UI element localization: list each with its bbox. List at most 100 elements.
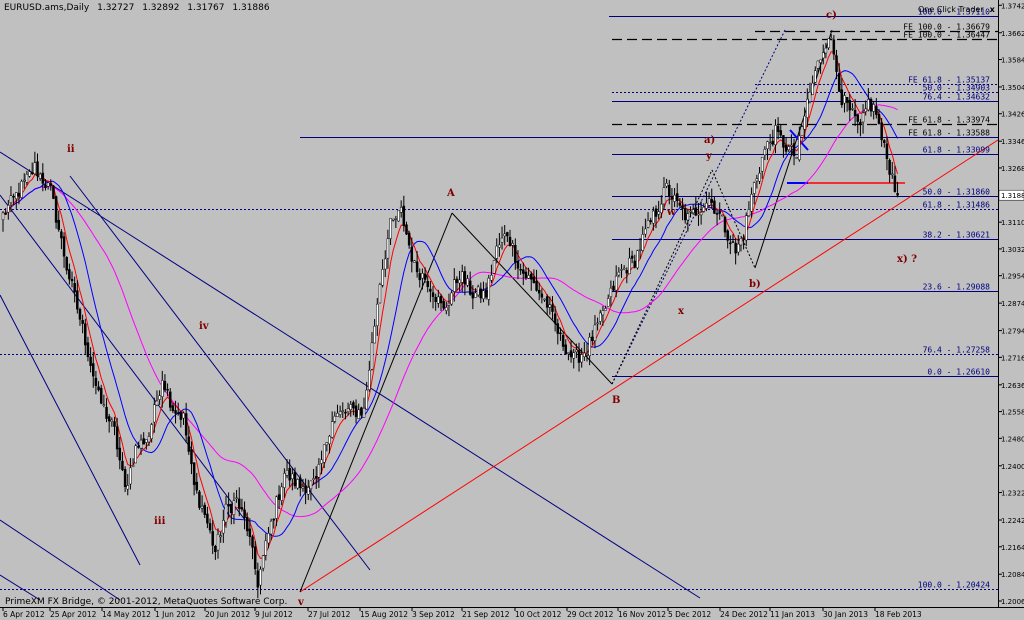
candle-body — [129, 467, 132, 485]
candle-body — [230, 503, 233, 514]
candle-body — [445, 307, 448, 311]
fib-level-label: 23.6 - 1.29088 — [923, 283, 991, 292]
candle-body — [742, 237, 745, 239]
candle-body — [346, 408, 350, 412]
candle-body — [553, 313, 557, 324]
candle-body — [238, 498, 241, 509]
candle-body — [38, 173, 42, 179]
candle-body — [450, 292, 453, 305]
candle-body — [28, 171, 31, 177]
x-tick-label: 20 Jun 2012 — [205, 610, 250, 619]
y-tick-label: 1.31100 — [1001, 219, 1024, 227]
candle-body — [139, 439, 143, 449]
x-tick-label: 14 May 2012 — [102, 610, 151, 619]
y-tick-label: 1.26360 — [1001, 382, 1024, 390]
fib-level-label: 100.0 - 1.20424 — [918, 581, 990, 590]
candle-body — [453, 279, 456, 292]
candle-body — [856, 114, 859, 122]
candle-body — [389, 218, 392, 239]
candle-body — [9, 195, 13, 204]
candle-body — [893, 175, 897, 192]
candle-body — [673, 194, 676, 202]
candle-body — [70, 278, 74, 282]
candle-body — [614, 275, 618, 291]
candle-body — [535, 280, 538, 291]
candle-body — [73, 283, 76, 293]
x-tick-label: 16 Nov 2012 — [618, 610, 666, 619]
candle-body — [776, 126, 780, 133]
one-click-trader[interactable]: One Click Trader x — [918, 5, 995, 14]
close-icon[interactable]: x — [990, 5, 995, 14]
candle-body — [211, 531, 214, 546]
candle-body — [699, 212, 703, 216]
fib-level-label: 38.2 - 1.30621 — [923, 231, 991, 240]
candle-body — [158, 395, 161, 400]
candle-body — [840, 89, 844, 106]
candle-body — [498, 244, 501, 248]
candle-body — [423, 273, 427, 280]
candle-body — [721, 214, 724, 217]
candle-body — [256, 570, 260, 588]
candle-body — [431, 292, 435, 297]
candle-body — [184, 413, 188, 436]
candle-body — [455, 278, 459, 284]
fib-level-label: 61.8 - 1.31486 — [923, 201, 991, 210]
candle-body — [620, 269, 623, 271]
candle-body — [285, 470, 289, 476]
fib-level-label: 50.0 - 1.34903 — [923, 84, 991, 93]
y-tick-label: 1.29540 — [1001, 273, 1024, 281]
candle-body — [155, 400, 159, 406]
candle-body — [168, 391, 172, 408]
candle-body — [654, 208, 658, 217]
candle-body — [495, 245, 498, 259]
candle-body — [460, 271, 464, 283]
candle-body — [333, 415, 337, 422]
candle-body — [304, 485, 307, 494]
candle-body — [322, 444, 326, 463]
candle-body — [482, 290, 485, 300]
candle-body — [792, 143, 796, 157]
price-chart[interactable]: 100.0 - 1.37110FE 100.0 - 1.36679FE 100.… — [0, 0, 1024, 620]
candle-body — [245, 516, 249, 532]
candle-body — [837, 73, 841, 92]
y-tick-label: 1.30320 — [1001, 246, 1024, 254]
candle-body — [516, 261, 520, 269]
candle-body — [829, 38, 833, 40]
candle-body — [710, 199, 714, 203]
candle-body — [182, 412, 185, 419]
candle-body — [402, 205, 406, 226]
candle-body — [200, 505, 204, 509]
candle-body — [591, 336, 594, 342]
candle-body — [458, 279, 461, 284]
candle-body — [567, 352, 570, 354]
candle-body — [25, 173, 29, 183]
candle-body — [413, 260, 416, 263]
x-tick-label: 21 Sep 2012 — [462, 610, 510, 619]
candle-body — [7, 205, 10, 213]
candle-body — [649, 220, 652, 223]
candle-body — [163, 381, 167, 391]
candle-body — [12, 196, 15, 198]
candle-body — [646, 220, 650, 228]
one-click-trader-label[interactable]: One Click Trader — [918, 5, 984, 14]
y-tick-label: 1.25580 — [1001, 409, 1024, 417]
candle-body — [195, 481, 199, 491]
candle-body — [36, 161, 39, 177]
candle-body — [208, 523, 212, 531]
candle-body — [161, 380, 164, 397]
candle-body — [216, 534, 220, 551]
candle-body — [867, 99, 870, 111]
wave-label-b: b) — [749, 279, 761, 290]
candle-body — [641, 234, 644, 251]
wave-label-A: A — [446, 188, 455, 199]
y-tick-label: 1.20840 — [1001, 571, 1024, 579]
candle-body — [545, 296, 549, 308]
candle-body — [668, 184, 671, 196]
y-tick-label: 1.21640 — [1001, 544, 1024, 552]
candle-body — [660, 203, 663, 214]
candle-body — [745, 215, 748, 241]
candle-body — [153, 404, 156, 423]
candle-body — [702, 206, 706, 212]
fib-level-label: 50.0 - 1.31860 — [923, 188, 991, 197]
candle-body — [373, 325, 376, 344]
